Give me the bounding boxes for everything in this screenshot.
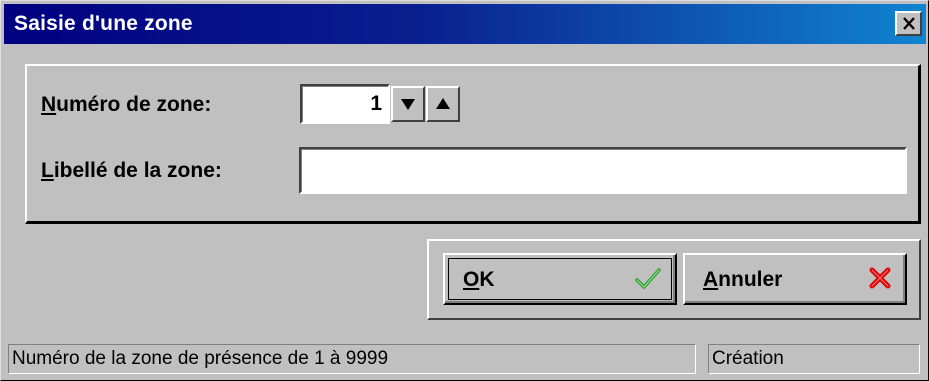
cancel-button[interactable]: Annuler	[683, 253, 907, 305]
status-mode: Création	[708, 344, 920, 374]
close-button[interactable]	[895, 11, 922, 36]
zone-number-input[interactable]: 1	[300, 84, 390, 124]
zone-number-label: Numéro de zone:	[41, 93, 212, 116]
cancel-button-label: Annuler	[703, 268, 783, 291]
increment-button[interactable]	[426, 86, 460, 122]
arrow-down-icon	[401, 99, 415, 110]
zone-label-label: Libellé de la zone:	[41, 159, 222, 182]
status-message: Numéro de la zone de présence de 1 à 999…	[8, 344, 696, 374]
zone-label-input[interactable]	[299, 147, 907, 194]
dialog-window: Saisie d'une zone Numéro de zone: 1 Libe…	[0, 0, 929, 381]
decrement-button[interactable]	[391, 86, 425, 122]
red-x-icon	[869, 267, 891, 289]
checkmark-icon	[635, 268, 661, 289]
ok-button[interactable]: OK	[443, 253, 677, 305]
close-icon	[902, 17, 915, 30]
window-title: Saisie d'une zone	[14, 12, 193, 35]
status-bar: Numéro de la zone de présence de 1 à 999…	[4, 341, 926, 378]
ok-button-label: OK	[463, 268, 495, 291]
form-panel: Numéro de zone: 1 Libellé de la zone:	[25, 64, 921, 224]
arrow-up-icon	[436, 98, 450, 109]
title-bar[interactable]: Saisie d'une zone	[4, 4, 926, 44]
button-group: OK Annuler	[427, 239, 921, 320]
